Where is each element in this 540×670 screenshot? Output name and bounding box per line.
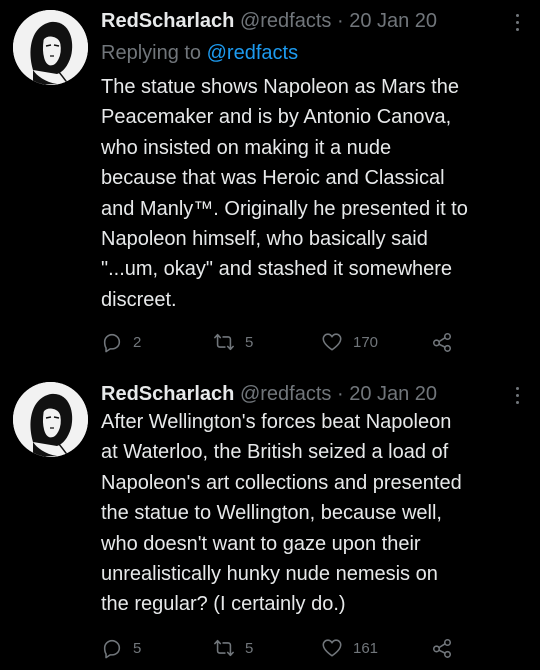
reply-button[interactable]: 5 [101,634,141,662]
like-button[interactable]: 170 [321,328,378,356]
replying-to: Replying to @redfacts [101,38,298,68]
share-button[interactable] [431,634,453,662]
retweet-button[interactable]: 5 [213,328,253,356]
tweet-header: RedScharlach @redfacts · 20 Jan 20 [101,379,437,409]
replying-to-label: Replying to [101,42,202,64]
share-icon [432,332,452,352]
avatar-drawing [13,10,88,85]
tweet-text: After Wellington's forces beat Napoleon … [101,411,462,616]
retweet-icon [214,639,234,657]
like-button[interactable]: 161 [321,634,378,662]
like-count: 170 [353,333,379,351]
reply-count: 2 [133,333,142,351]
tweet-text: The statue shows Napoleon as Mars the Pe… [101,76,468,311]
avatar-drawing [13,382,88,457]
share-icon [432,638,452,658]
retweet-count: 5 [245,333,254,351]
like-count: 161 [353,639,379,657]
retweet-count: 5 [245,639,254,657]
separator-dot: · [336,383,344,405]
reply-button[interactable]: 2 [101,328,141,356]
separator-dot: · [336,10,344,32]
display-name[interactable]: RedScharlach [101,10,234,32]
heart-icon [322,333,342,351]
tweet-date[interactable]: 20 Jan 20 [349,10,437,32]
reply-icon [103,333,121,353]
avatar[interactable] [13,382,88,457]
reply-count: 5 [133,639,142,657]
tweet-actions: 5 5 161 [101,634,501,662]
more-icon[interactable] [516,14,520,32]
retweet-button[interactable]: 5 [213,634,253,662]
display-name[interactable]: RedScharlach [101,383,234,405]
heart-icon [322,639,342,657]
share-button[interactable] [431,328,453,356]
user-handle[interactable]: @redfacts [240,10,331,32]
tweet-actions: 2 5 170 [101,328,501,356]
tweet-date[interactable]: 20 Jan 20 [349,383,437,405]
user-handle[interactable]: @redfacts [240,383,331,405]
tweet-header: RedScharlach @redfacts · 20 Jan 20 [101,6,437,36]
reply-icon [103,639,121,659]
more-icon[interactable] [516,387,520,405]
replying-to-mention[interactable]: @redfacts [207,42,298,64]
avatar[interactable] [13,10,88,85]
retweet-icon [214,333,234,351]
